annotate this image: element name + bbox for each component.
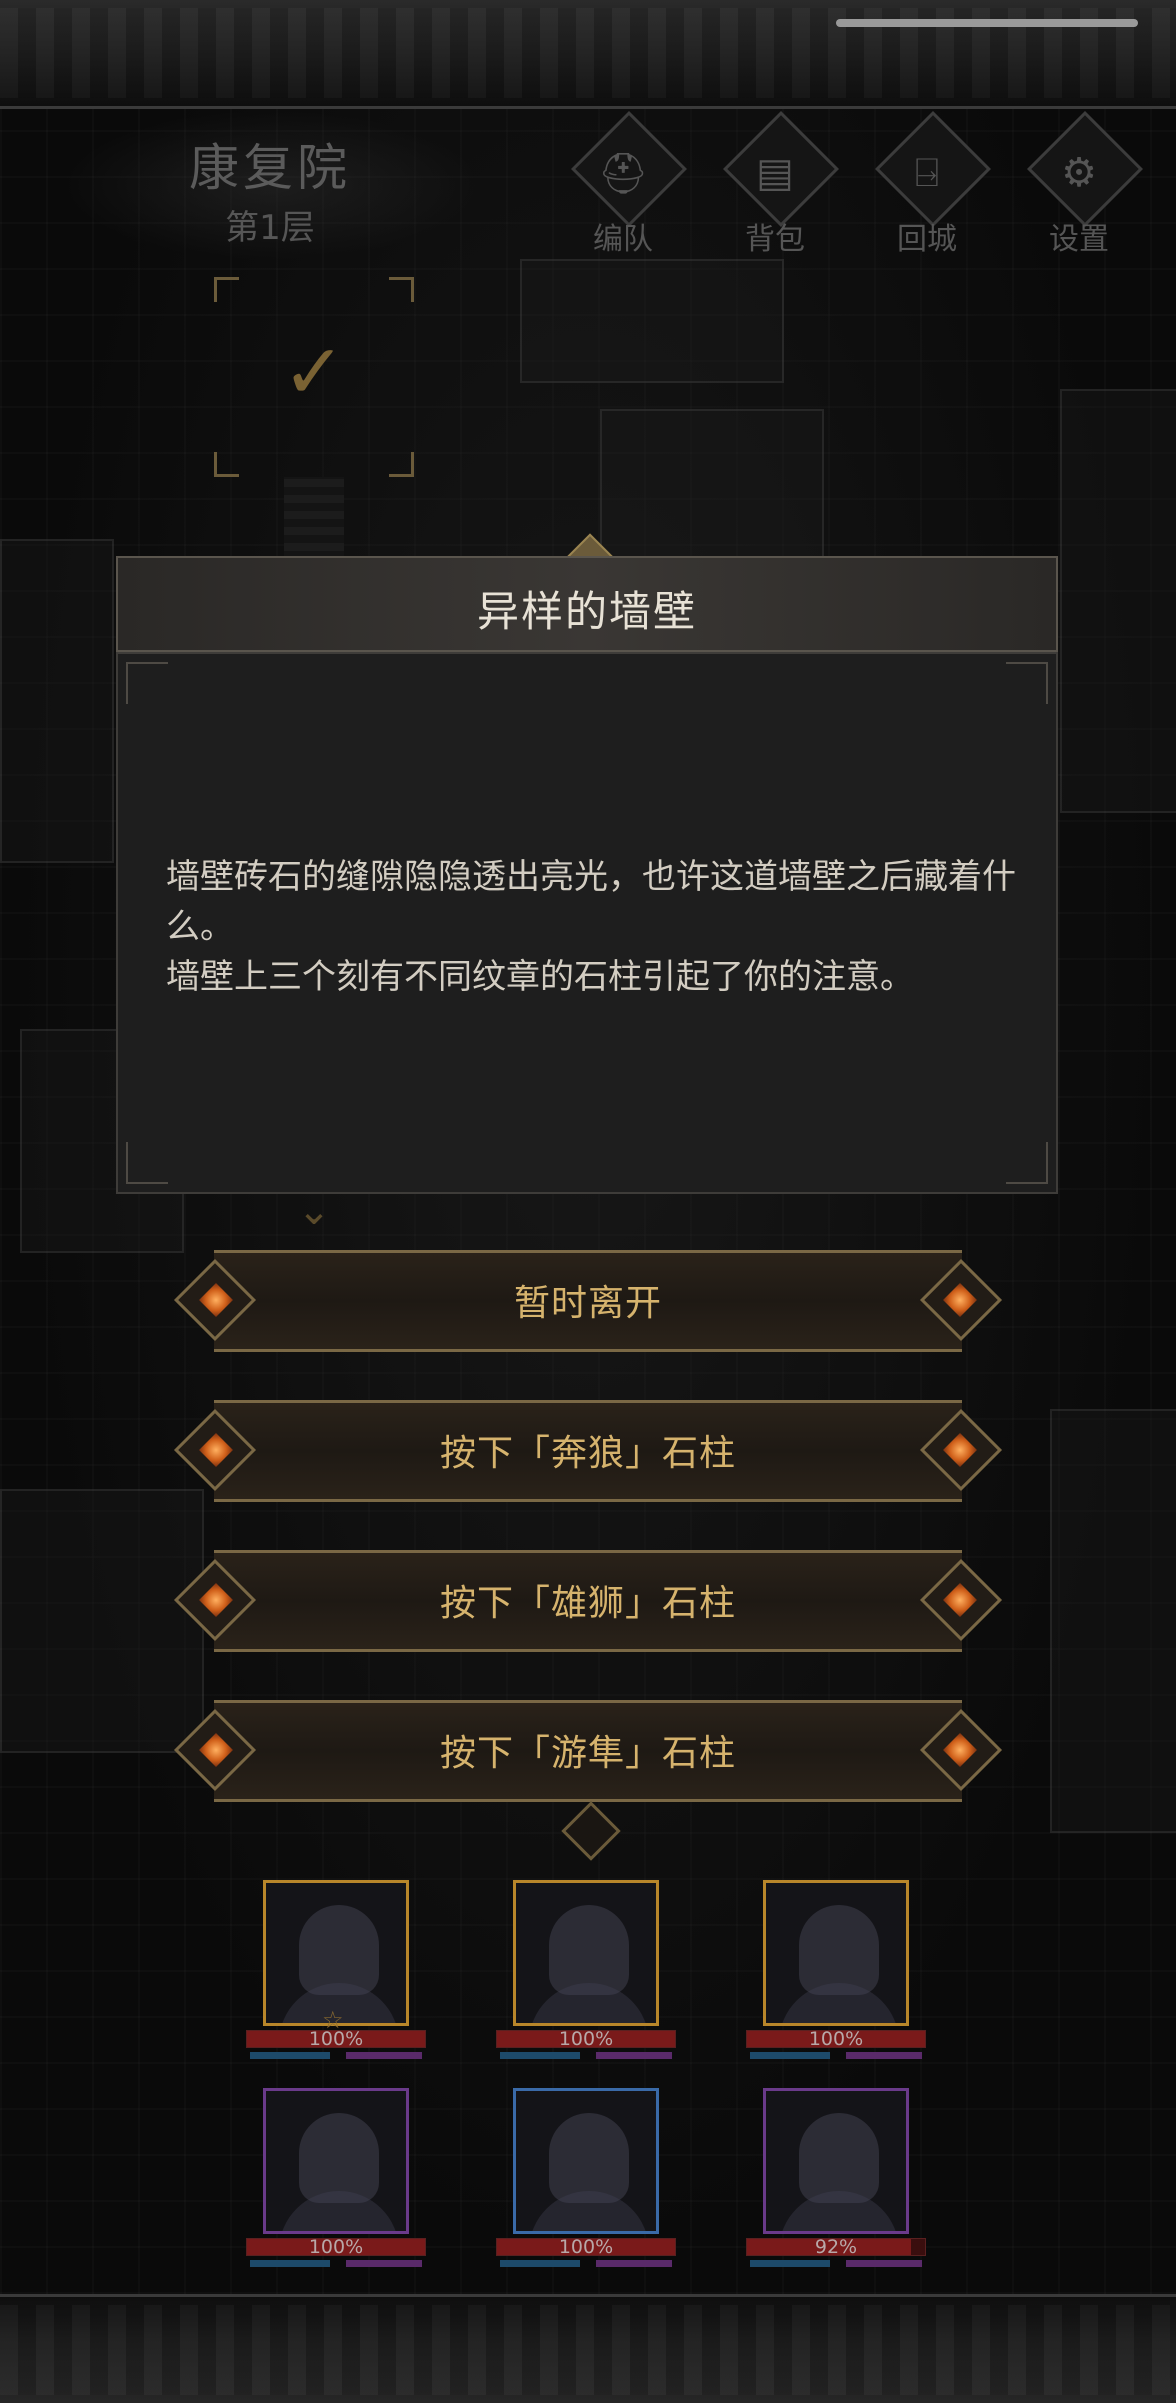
party-member[interactable]: 100% (746, 1880, 926, 2070)
hero-shoulders (779, 1983, 899, 2023)
return-town-button[interactable]: ⍈ 回城 (872, 111, 991, 258)
checkpoint-tile[interactable]: ✓ (214, 277, 414, 477)
resource-bars (250, 2260, 422, 2268)
map-room (0, 539, 114, 863)
hp-percent: 100% (808, 2028, 864, 2050)
top-frame (0, 0, 1176, 109)
dialog-text: 墙壁砖石的缝隙隐隐透出亮光，也许这道墙壁之后藏着什么。 墙壁上三个刻有不同纹章的… (166, 852, 1026, 1002)
map-corridor (284, 477, 344, 567)
hero-silhouette (799, 2113, 879, 2203)
hero-silhouette (299, 1905, 379, 1995)
location-name: 康复院 (189, 139, 351, 197)
skill-bar (346, 2260, 422, 2267)
party-member[interactable]: 100% (496, 1880, 676, 2070)
resource-bars (250, 2052, 422, 2060)
hero-silhouette (299, 2113, 379, 2203)
dialog-title: 异样的墙壁 (476, 587, 697, 636)
hero-shoulders (779, 2191, 899, 2231)
hero-portrait (263, 1880, 409, 2026)
bottom-frame (0, 2294, 1176, 2403)
skill-bar (596, 2052, 672, 2059)
team-label: 编队 (593, 222, 653, 257)
resource-bars (750, 2260, 922, 2268)
mana-bar (750, 2052, 830, 2059)
chevron-down-icon: ⌄ (297, 1188, 331, 1234)
hero-portrait (513, 2088, 659, 2234)
skill-bar (346, 2052, 422, 2059)
choice-lion-pillar-button[interactable]: 按下「雄狮」石柱 (173, 1550, 1003, 1652)
skill-bar (846, 2260, 922, 2267)
dialog-line: 墙壁砖石的缝隙隐隐透出亮光，也许这道墙壁之后藏着什么。 (166, 857, 1016, 947)
hero-portrait (263, 2088, 409, 2234)
home-indicator[interactable] (836, 19, 1138, 27)
hero-portrait (513, 1880, 659, 2026)
choice-label: 按下「奔狼」石柱 (439, 1433, 736, 1474)
hero-portrait (763, 1880, 909, 2026)
choice-wolf-pillar-button[interactable]: 按下「奔狼」石柱 (173, 1400, 1003, 1502)
hp-percent: 100% (558, 2028, 614, 2050)
map-room (1050, 1409, 1176, 1833)
hp-percent: 100% (308, 2236, 364, 2258)
choice-label: 暂时离开 (513, 1283, 662, 1324)
location-header: 康复院 第1层 (60, 110, 480, 260)
return-town-label: 回城 (897, 222, 957, 257)
choice-leave-button[interactable]: 暂时离开 (173, 1250, 1003, 1352)
hp-percent: 92% (814, 2236, 858, 2258)
hero-shoulders (529, 2191, 649, 2231)
hero-silhouette (549, 1905, 629, 1995)
hero-shoulders (529, 1983, 649, 2023)
map-room (0, 1489, 204, 1753)
choice-label: 按下「游隼」石柱 (439, 1733, 736, 1774)
resource-bars (750, 2052, 922, 2060)
choice-falcon-pillar-button[interactable]: 按下「游隼」石柱 (173, 1700, 1003, 1802)
map-room (520, 259, 784, 383)
dialog-line: 墙壁上三个刻有不同纹章的石柱引起了你的注意。 (166, 957, 914, 997)
helmet-icon: ⛑ (597, 151, 649, 197)
hero-portrait (763, 2088, 909, 2234)
leader-star-icon: ☆ (322, 2006, 344, 2034)
hp-percent: 100% (558, 2236, 614, 2258)
map-room (1060, 389, 1176, 813)
mana-bar (250, 2052, 330, 2059)
mana-bar (750, 2260, 830, 2267)
party-member[interactable]: 100% (496, 2088, 676, 2278)
mana-bar (500, 2260, 580, 2267)
party-member[interactable]: 100% (246, 2088, 426, 2278)
skill-bar (596, 2260, 672, 2267)
checkmark-icon: ✓ (282, 327, 346, 416)
settings-button[interactable]: ⚙ 设置 (1024, 111, 1143, 258)
backpack-icon: ▤ (756, 150, 794, 196)
gear-icon: ⚙ (1061, 150, 1097, 196)
door-exit-icon: ⍈ (915, 150, 939, 196)
skill-bar (846, 2052, 922, 2059)
resource-bars (500, 2260, 672, 2268)
resource-bars (500, 2052, 672, 2060)
hero-shoulders (279, 2191, 399, 2231)
hero-silhouette (549, 2113, 629, 2203)
mana-bar (250, 2260, 330, 2267)
floor-label: 第1层 (225, 208, 315, 248)
settings-label: 设置 (1049, 222, 1109, 257)
backpack-label: 背包 (745, 222, 805, 257)
choice-label: 按下「雄狮」石柱 (439, 1583, 736, 1624)
backpack-button[interactable]: ▤ 背包 (720, 111, 839, 258)
party-member[interactable]: 100% ☆ (246, 1880, 426, 2070)
dialog-body: 墙壁砖石的缝隙隐隐透出亮光，也许这道墙壁之后藏着什么。 墙壁上三个刻有不同纹章的… (116, 652, 1058, 1194)
mana-bar (500, 2052, 580, 2059)
team-button[interactable]: ⛑ 编队 (568, 111, 687, 258)
party-member[interactable]: 92% (746, 2088, 926, 2278)
dialog-header: 异样的墙壁 (116, 556, 1058, 652)
hero-silhouette (799, 1905, 879, 1995)
